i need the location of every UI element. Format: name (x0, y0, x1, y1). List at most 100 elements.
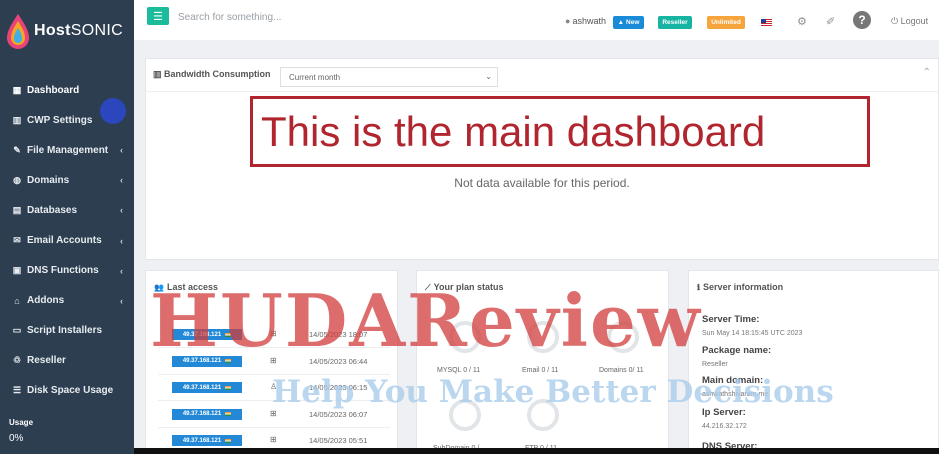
power-icon: ⏻ (891, 16, 899, 26)
divider (146, 91, 938, 92)
chevron-left-icon: ‹ (120, 175, 123, 186)
domains-stat: Domains 0/ 11 (599, 367, 644, 374)
annotation-box: This is the main dashboard (250, 96, 870, 167)
info-icon: ℹ (697, 283, 701, 292)
list-icon: ☰ (12, 385, 22, 396)
email-stat: Email 0 / 11 (522, 367, 559, 374)
username: ashwath (572, 16, 606, 26)
server-time-label: Server Time: (702, 314, 760, 325)
new-badge[interactable]: ▲ New (613, 16, 644, 29)
sidebar-item-file-management[interactable]: ✎ File Management ‹ (0, 135, 134, 165)
chevron-left-icon: ‹ (120, 235, 123, 246)
sidebar-item-label: CWP Settings (27, 114, 93, 126)
chevron-left-icon: ‹ (120, 265, 123, 276)
last-access-panel: 👥 Last access 49.37.168.121 ⊞ 14/05/2023 18… (145, 270, 398, 454)
domains-gauge (607, 321, 639, 353)
bar-chart-icon: ▥ (153, 69, 162, 79)
sidebar-item-domains[interactable]: ◍ Domains ‹ (0, 165, 134, 195)
brush-icon[interactable]: ✐ (826, 15, 835, 28)
sidebar-item-label: File Management (27, 144, 109, 156)
windows-icon: ⊞ (270, 435, 277, 444)
recycle-icon: ♲ (12, 355, 22, 366)
usage-label: Usage (9, 418, 34, 427)
sidebar-item-disk-space-usage[interactable]: ☰ Disk Space Usage (0, 376, 134, 406)
sidebar-item-label: Domains (27, 174, 70, 186)
mysql-stat: MYSQL 0 / 11 (437, 367, 481, 374)
sidebar-item-script-installers[interactable]: ▭ Script Installers (0, 316, 134, 346)
plan-status-title: ⟋ Your plan status (425, 282, 504, 292)
unlimited-badge[interactable]: Unlimited (707, 16, 745, 29)
user-icon: ● (565, 16, 571, 26)
mysql-gauge (449, 321, 481, 353)
main-domain-value: ashwathshivaram.me (702, 391, 769, 398)
sidebar-item-label: DNS Functions (27, 265, 99, 277)
settings-icon[interactable]: ⚙ (797, 15, 807, 28)
table-row: 49.37.168.121 ⊞ 14/05/2023 18:07 (158, 322, 390, 348)
reseller-badge[interactable]: Reseller (658, 16, 692, 29)
table-row: 49.37.168.121 ⊞ 14/05/2023 06:07 (158, 402, 390, 428)
menu-toggle-button[interactable]: ☰ (147, 7, 169, 25)
sidebar-item-label: Reseller (27, 355, 66, 367)
server-info-title: ℹ Server information (697, 282, 784, 292)
us-flag-icon[interactable] (761, 19, 772, 27)
sidebar-item-email-accounts[interactable]: ✉ Email Accounts ‹ (0, 225, 134, 255)
plan-status-panel: ⟋ Your plan status MYSQL 0 / 11 Email 0 /… (416, 270, 669, 454)
table-row: 49.37.168.121 ♙ 14/05/2023 06:15 (158, 375, 390, 401)
sidebar-item-reseller[interactable]: ♲ Reseller (0, 346, 134, 376)
brand-name: HostSONIC (34, 22, 123, 39)
line-chart-icon: ⟋ (425, 283, 431, 292)
user-menu[interactable]: ● ashwath (565, 16, 606, 26)
bell-icon: ▲ (617, 19, 625, 26)
access-time: 14/05/2023 05:51 (309, 436, 368, 445)
bandwidth-title: ▥ Bandwidth Consumption (153, 69, 271, 79)
logout-button[interactable]: ⏻ Logout (891, 16, 928, 27)
sidebar-item-databases[interactable]: ▤ Databases ‹ (0, 195, 134, 225)
chevron-down-icon: ⌄ (485, 72, 492, 81)
dashboard-icon: ▦ (12, 84, 22, 95)
hamburger-icon: ☰ (153, 10, 163, 23)
users-icon: 👥 (154, 283, 164, 292)
monitor-icon: ▭ (12, 325, 22, 336)
chevron-left-icon: ‹ (120, 205, 123, 216)
brand-logo[interactable]: HostSONIC (0, 0, 134, 62)
collapse-icon[interactable]: ⌃ (923, 67, 931, 78)
sidebar-item-label: Databases (27, 204, 78, 216)
help-icon[interactable]: ? (853, 11, 871, 29)
access-time: 14/05/2023 18:07 (309, 330, 368, 339)
sidebar: HostSONIC ▦ Dashboard ▥ CWP Settings ✎ File M… (0, 0, 134, 454)
sidebar-item-dns-functions[interactable]: ▣ DNS Functions ‹ (0, 256, 134, 286)
india-flag-icon (225, 385, 232, 390)
sidebar-item-addons[interactable]: ⌂ Addons ‹ (0, 286, 134, 316)
table-row: 49.37.168.121 ⊞ 14/05/2023 06:44 (158, 349, 390, 375)
sidebar-nav: ▦ Dashboard ▥ CWP Settings ✎ File Management ‹… (0, 75, 134, 406)
ip-badge: 49.37.168.121 (172, 435, 242, 446)
linux-icon: ♙ (270, 382, 278, 391)
windows-icon: ⊞ (270, 329, 277, 338)
ip-badge: 49.37.168.121 (172, 382, 242, 393)
database-icon: ▤ (12, 204, 22, 215)
ftp-gauge (527, 399, 559, 431)
main-domain-label: Main domain: (702, 375, 764, 386)
search-input[interactable] (178, 7, 478, 27)
server-time-value: Sun May 14 18:15:45 UTC 2023 (702, 330, 803, 337)
sidebar-item-label: Script Installers (27, 325, 103, 337)
india-flag-icon (225, 332, 232, 337)
period-select[interactable]: Current month ⌄ (280, 67, 498, 87)
bottom-edge (134, 448, 939, 454)
no-data-message: Not data available for this period. (454, 176, 630, 190)
chevron-left-icon: ‹ (120, 295, 123, 306)
india-flag-icon (225, 438, 232, 443)
access-time: 14/05/2023 06:07 (309, 409, 368, 419)
flame-logo-icon (4, 12, 32, 50)
building-icon: ⌂ (14, 295, 20, 306)
sidebar-item-label: Dashboard (27, 84, 80, 96)
chevron-left-icon: ‹ (120, 145, 123, 156)
top-bar: ☰ ●ashwath ▲New Reseller Unlimited ⚙ ✐ ?… (134, 0, 939, 40)
email-gauge (527, 321, 559, 353)
india-flag-icon (225, 359, 232, 363)
india-flag-icon (225, 412, 232, 416)
edit-icon: ✎ (13, 144, 21, 155)
package-value: Reseller (702, 361, 728, 368)
access-time: 14/05/2023 06:44 (309, 356, 368, 366)
ip-server-value: 44.216.32.172 (702, 423, 747, 430)
